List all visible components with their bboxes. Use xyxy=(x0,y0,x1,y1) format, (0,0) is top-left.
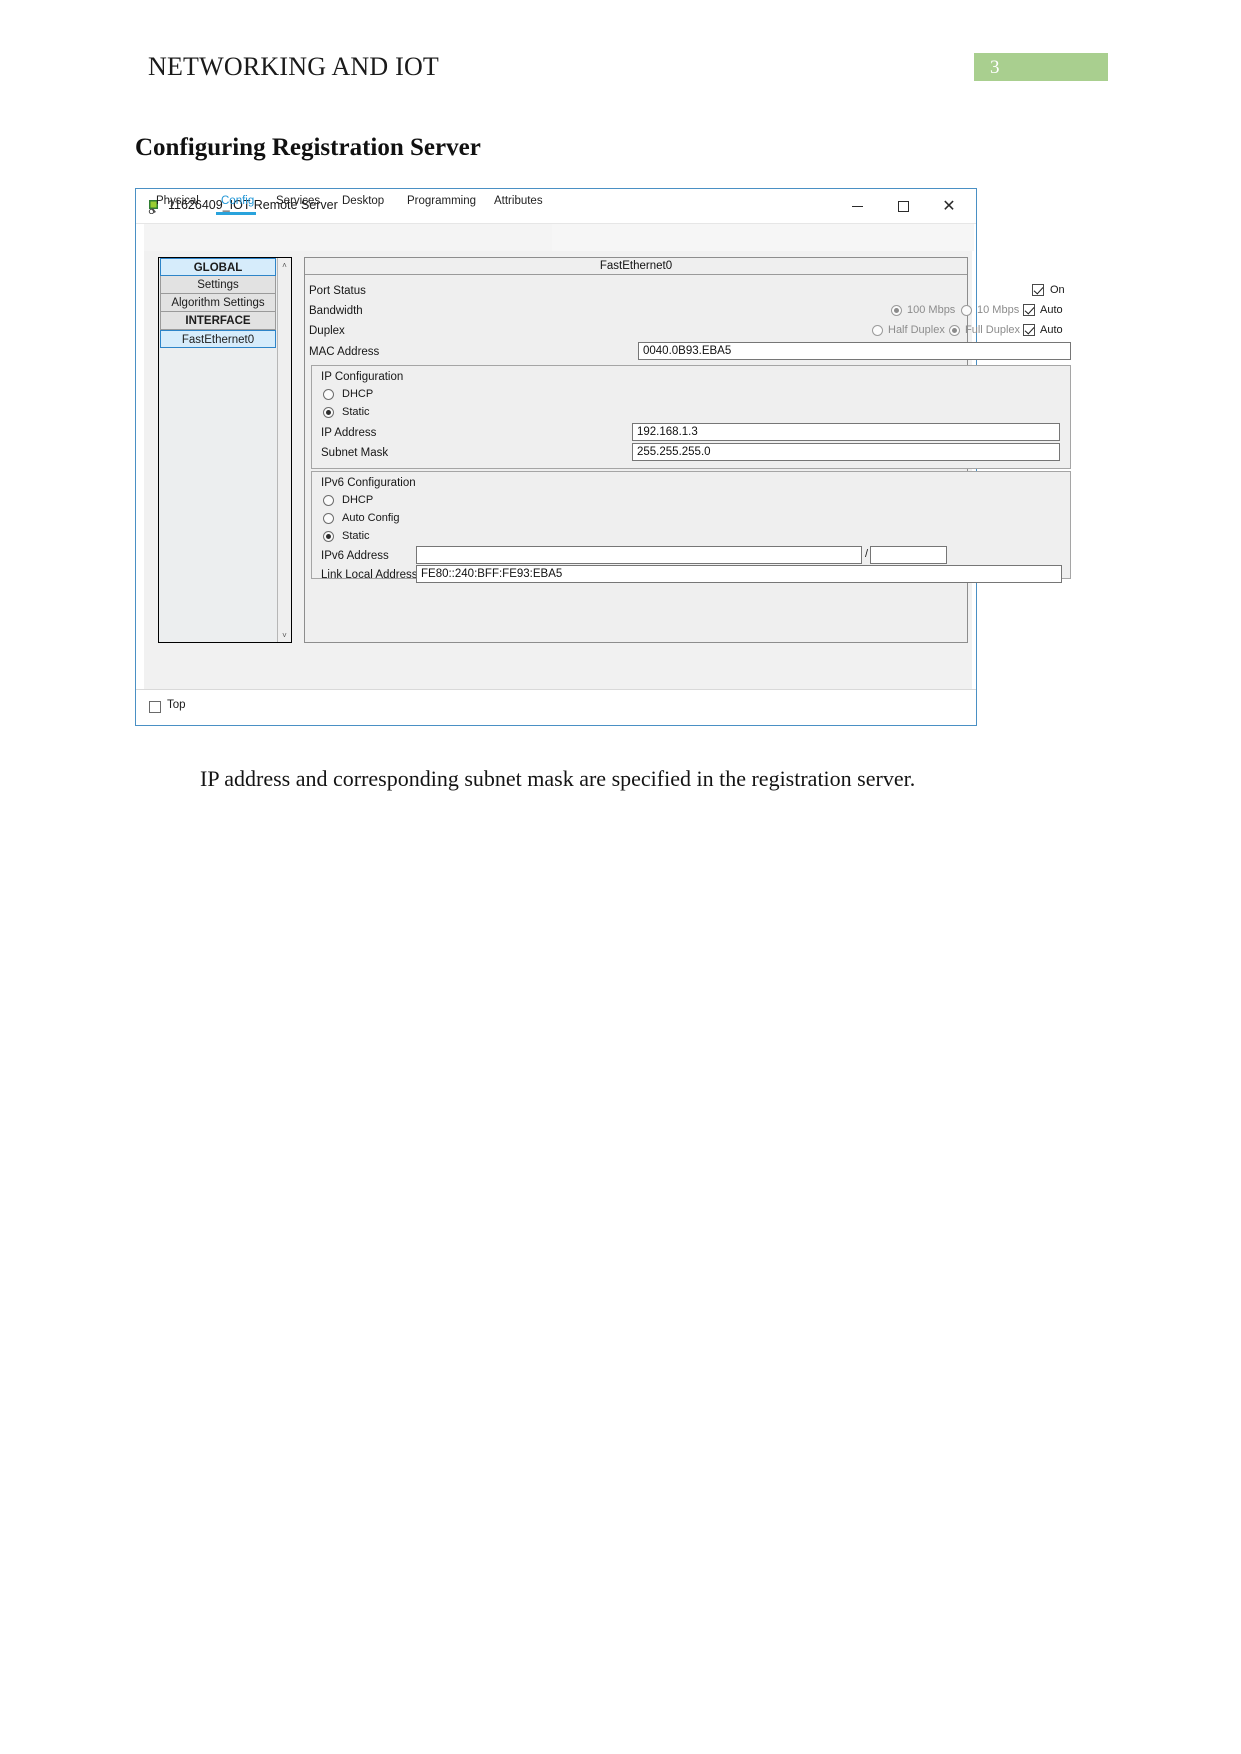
window-titlebar: 11626409_IOT Remote Server ✕ xyxy=(136,189,976,224)
sidebar-item-settings[interactable]: Settings xyxy=(160,276,276,294)
top-checkbox[interactable] xyxy=(149,701,161,713)
category-list-scrollbar[interactable]: ˄ ˅ xyxy=(277,258,291,642)
interface-panel-title: FastEthernet0 xyxy=(305,258,967,275)
tab-strip-filler xyxy=(552,224,974,251)
subnet-mask-field[interactable]: 255.255.255.0 xyxy=(632,443,1060,461)
duplex-full-radio[interactable] xyxy=(949,325,960,336)
window-bottom-bar: Top xyxy=(136,689,976,725)
sidebar-item-algorithm-settings[interactable]: Algorithm Settings xyxy=(160,294,276,312)
close-button[interactable]: ✕ xyxy=(926,189,972,223)
ipv6-static-label: Static xyxy=(342,530,370,542)
sidebar-item-global[interactable]: GLOBAL xyxy=(160,258,276,276)
category-items: GLOBAL Settings Algorithm Settings INTER… xyxy=(159,258,277,348)
tab-config-indicator xyxy=(216,212,256,215)
running-head: NETWORKING AND IOT xyxy=(148,52,439,81)
duplex-half-radio[interactable] xyxy=(872,325,883,336)
ip-dhcp-label: DHCP xyxy=(342,388,374,400)
ip-static-label: Static xyxy=(342,406,370,418)
sidebar-item-interface[interactable]: INTERFACE xyxy=(160,312,276,330)
packet-tracer-window: 11626409_IOT Remote Server ✕ Physical Co… xyxy=(135,188,1071,726)
link-local-address-label: Link Local Address: xyxy=(321,569,421,581)
bandwidth-100mbps-radio[interactable] xyxy=(891,305,902,316)
ipv6-auto-config-radio[interactable] xyxy=(323,513,334,524)
minimize-button[interactable] xyxy=(834,189,880,223)
ipv6-configuration-group: IPv6 Configuration DHCP Auto Config Stat… xyxy=(311,471,1071,583)
bandwidth-10mbps-radio[interactable] xyxy=(961,305,972,316)
bandwidth-auto-label: Auto xyxy=(1040,304,1063,316)
ipv6-dhcp-label: DHCP xyxy=(342,494,374,506)
ip-address-label: IP Address xyxy=(321,427,377,439)
document-header: NETWORKING AND IOT 3 xyxy=(0,0,1241,110)
duplex-auto-checkbox[interactable] xyxy=(1023,324,1035,336)
config-category-list: GLOBAL Settings Algorithm Settings INTER… xyxy=(158,257,292,643)
subnet-mask-label: Subnet Mask xyxy=(321,447,389,459)
tab-services[interactable]: Services xyxy=(273,193,323,209)
ipv6-auto-config-label: Auto Config xyxy=(342,512,400,524)
page-number: 3 xyxy=(990,57,1000,78)
tab-desktop[interactable]: Desktop xyxy=(339,193,387,209)
scroll-up-icon[interactable]: ˄ xyxy=(278,258,291,272)
ipv6-configuration-title: IPv6 Configuration xyxy=(321,477,416,489)
port-status-on-checkbox[interactable] xyxy=(1032,284,1044,296)
close-icon: ✕ xyxy=(942,198,956,215)
scroll-down-icon[interactable]: ˅ xyxy=(278,628,291,642)
top-checkbox-label: Top xyxy=(167,699,186,711)
page-number-badge: 3 xyxy=(974,53,1108,81)
link-local-address-field[interactable]: FE80::240:BFF:FE93:EBA5 xyxy=(416,565,1062,583)
ipv6-static-radio[interactable] xyxy=(323,531,334,542)
duplex-label: Duplex xyxy=(309,325,345,337)
maximize-icon xyxy=(897,200,909,212)
ipv6-prefix-separator: / xyxy=(865,548,869,560)
ipv6-dhcp-radio[interactable] xyxy=(323,495,334,506)
bandwidth-100mbps-label: 100 Mbps xyxy=(907,304,956,316)
ip-configuration-group: IP Configuration DHCP Static IP Address … xyxy=(311,365,1071,469)
duplex-full-label: Full Duplex xyxy=(965,324,1021,336)
tab-strip xyxy=(144,224,552,252)
duplex-half-label: Half Duplex xyxy=(888,324,945,336)
mac-address-field[interactable]: 0040.0B93.EBA5 xyxy=(638,342,1071,360)
ip-address-field[interactable]: 192.168.1.3 xyxy=(632,423,1060,441)
ip-static-radio[interactable] xyxy=(323,407,334,418)
ip-configuration-title: IP Configuration xyxy=(321,371,404,383)
tab-physical[interactable]: Physical xyxy=(153,193,202,209)
bandwidth-10mbps-label: 10 Mbps xyxy=(977,304,1020,316)
mac-address-label: MAC Address xyxy=(309,346,380,358)
sidebar-item-fastethernet0[interactable]: FastEthernet0 xyxy=(160,330,276,348)
tab-programming[interactable]: Programming xyxy=(404,193,479,209)
tab-attributes[interactable]: Attributes xyxy=(491,193,546,209)
bandwidth-auto-checkbox[interactable] xyxy=(1023,304,1035,316)
config-content-area: GLOBAL Settings Algorithm Settings INTER… xyxy=(144,251,1071,689)
duplex-auto-label: Auto xyxy=(1040,324,1063,336)
ip-dhcp-radio[interactable] xyxy=(323,389,334,400)
ipv6-address-label: IPv6 Address xyxy=(321,550,389,562)
ipv6-address-field[interactable] xyxy=(416,546,862,564)
port-status-on-label: On xyxy=(1050,284,1065,296)
page-title: Configuring Registration Server xyxy=(135,134,481,161)
minimize-icon xyxy=(851,205,863,207)
port-status-label: Port Status xyxy=(309,285,366,297)
figure-caption: IP address and corresponding subnet mask… xyxy=(200,766,916,791)
bandwidth-label: Bandwidth xyxy=(309,305,363,317)
ipv6-prefix-field[interactable] xyxy=(870,546,947,564)
interface-config-panel: FastEthernet0 Port Status On Bandwidth 1… xyxy=(304,257,1071,643)
tab-config[interactable]: Config xyxy=(218,193,257,209)
maximize-button[interactable] xyxy=(880,189,926,223)
